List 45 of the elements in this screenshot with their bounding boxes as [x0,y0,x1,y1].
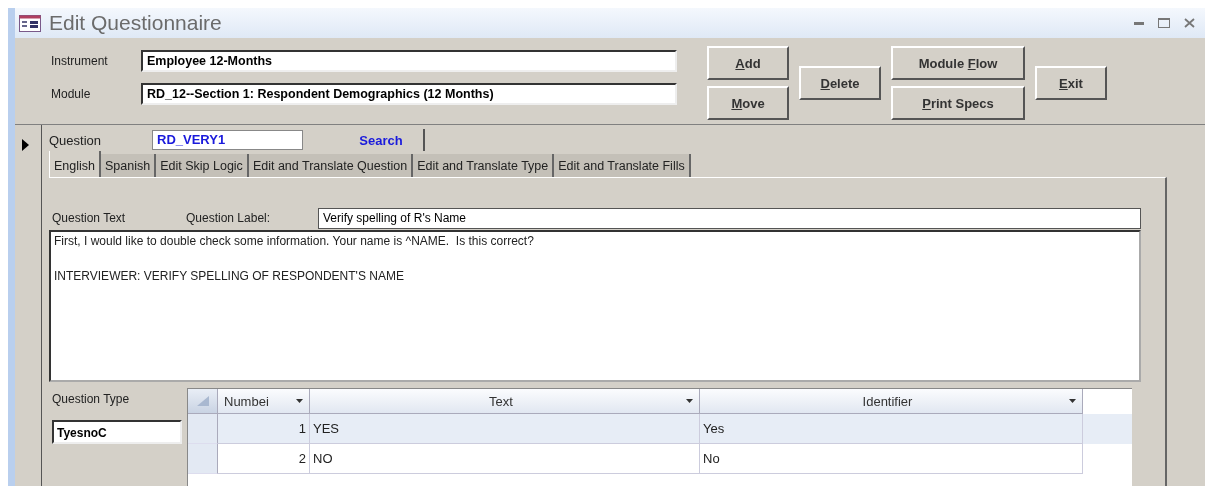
current-record-icon [22,139,29,151]
field-label: Module [51,87,92,101]
table-cell: No [700,444,1083,474]
select-all-cell[interactable] [188,389,218,414]
input-field[interactable]: RD_12--Section 1: Respondent Demographics (12 Months) [141,83,677,105]
tab[interactable]: Edit and Translate Question [248,154,414,177]
field-label: Question Text [52,211,127,225]
question-type-field[interactable]: TyesnoC [52,420,182,444]
table-row[interactable]: 1 YES Yes [188,414,1132,444]
input-field[interactable]: Employee 12-Months [141,50,677,72]
dropdown-arrow-icon[interactable] [296,399,303,403]
tab[interactable]: Edit Skip Logic [156,154,249,177]
field-label: Question [49,132,103,148]
tab[interactable]: English [49,151,101,177]
column-header[interactable]: Identifier [700,389,1083,414]
table-cell: 2 [218,444,310,474]
question-text-paragraph: First, I would like to double check some information. Your name is ^NAME. Is this correct? [54,234,535,250]
maximize-icon[interactable] [1158,18,1170,28]
command-button[interactable]: Print Specs [891,86,1025,120]
search-button[interactable]: Search [339,129,425,151]
field-label: Question Label: [186,211,272,225]
dropdown-arrow-icon[interactable] [686,399,693,403]
field-label: Question Type [52,392,131,406]
command-button[interactable]: Exit [1035,66,1107,100]
command-button[interactable]: Delete [799,66,881,100]
column-header[interactable]: Numbei [218,389,310,414]
question-field[interactable]: RD_VERY1 [152,130,303,150]
table-cell: NO [310,444,700,474]
corner-triangle-icon [196,396,209,406]
column-header[interactable]: Text [310,389,700,414]
command-button[interactable]: Add [707,46,789,80]
close-icon[interactable] [1184,18,1195,28]
window-title: Edit Questionnaire [49,11,223,35]
tab[interactable]: Edit and Translate Fills [554,154,691,177]
question-text-area[interactable]: First, I would like to double check some information. Your name is ^NAME. Is this correct? INTERVIEWER: VERIFY SPELLING OF RESPONDENT'S NAME [49,230,1141,382]
command-button[interactable]: Move [707,86,789,120]
question-text-paragraph: INTERVIEWER: VERIFY SPELLING OF RESPONDENT'S NAME [54,269,405,285]
field-label: Instrument [51,54,109,68]
dropdown-arrow-icon[interactable] [1069,399,1076,403]
tab[interactable]: Spanish [101,154,157,177]
question-label-field[interactable]: Verify spelling of R's Name [318,207,1141,229]
minimize-icon[interactable] [1134,21,1144,25]
tab[interactable]: Edit and Translate Type [413,154,555,177]
form-icon [19,14,41,32]
command-button[interactable]: Module Flow [891,46,1025,80]
